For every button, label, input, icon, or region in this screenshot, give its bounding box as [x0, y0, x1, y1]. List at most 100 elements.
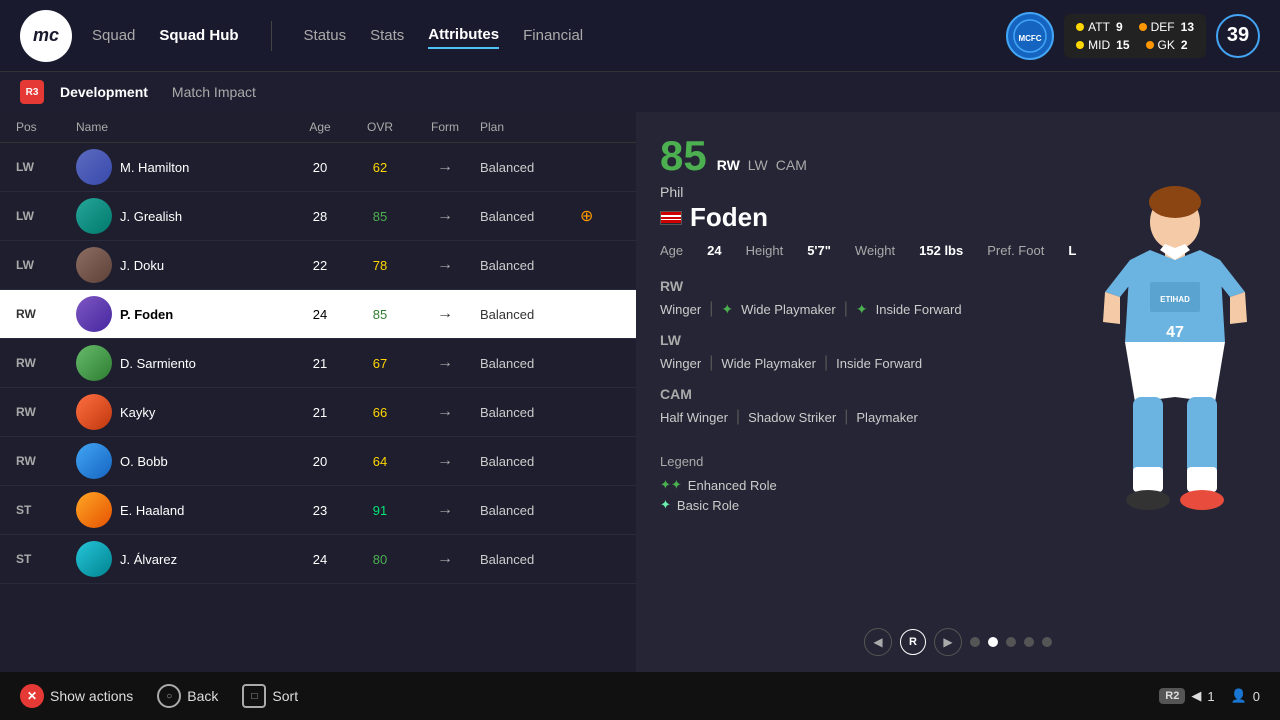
page-dot-1[interactable]: [970, 637, 980, 647]
table-row[interactable]: LW M. Hamilton 20 62 → Balanced: [0, 143, 636, 192]
col-plan: Plan: [480, 120, 580, 134]
page-dot-2[interactable]: [988, 637, 998, 647]
page-prev[interactable]: ◀: [864, 628, 892, 656]
show-actions-button[interactable]: ✕ Show actions: [20, 684, 133, 708]
player-age: 20: [290, 160, 350, 175]
avatar: [76, 443, 112, 479]
app-logo: mc: [20, 10, 72, 62]
player-plan: Balanced: [480, 356, 580, 371]
table-row[interactable]: ST E. Haaland 23 91 → Balanced: [0, 486, 636, 535]
def-value: 13: [1181, 20, 1194, 34]
foot-label: Pref. Foot: [987, 243, 1044, 258]
top-right-stats: MCFC ATT 9 DEF 13 MID 15: [1006, 12, 1260, 60]
col-ovr: OVR: [350, 120, 410, 134]
role-shadow-striker: Shadow Striker: [748, 410, 836, 425]
player-ovr: 64: [350, 454, 410, 469]
club-badge: MCFC: [1006, 12, 1054, 60]
table-row-selected[interactable]: RW P. Foden 24 85 → Balanced: [0, 290, 636, 339]
table-row[interactable]: RW D. Sarmiento 21 67 → Balanced: [0, 339, 636, 388]
avatar: [76, 541, 112, 577]
arrow-left-icon: ◀: [1191, 688, 1201, 704]
show-actions-label: Show actions: [50, 688, 133, 704]
col-age: Age: [290, 120, 350, 134]
player-flag: [660, 211, 682, 225]
bottom-right-actions: R2 ◀ 1 👤 0: [1159, 688, 1260, 704]
player-cell: P. Foden: [76, 296, 290, 332]
player-age: 23: [290, 503, 350, 518]
role-half-winger: Half Winger: [660, 410, 728, 425]
sort-button[interactable]: □ Sort: [242, 684, 298, 708]
gk-dot: [1146, 41, 1154, 49]
page-next[interactable]: ▶: [934, 628, 962, 656]
role-inside-forward-lw: Inside Forward: [836, 356, 922, 371]
player-form: →: [410, 256, 480, 274]
player-plan: Balanced: [480, 503, 580, 518]
r2-badge: R2: [1159, 688, 1185, 704]
basic-role-label: Basic Role: [677, 498, 739, 513]
player-detail-panel: 85 RW LW CAM Phil Foden Age 24 Height: [636, 112, 1280, 672]
table-row[interactable]: RW Kayky 21 66 → Balanced: [0, 388, 636, 437]
positions-row: RW LW CAM: [717, 157, 807, 173]
role-inside-forward-rw: Inside Forward: [876, 302, 962, 317]
player-cell: J. Álvarez: [76, 541, 290, 577]
page-dot-5[interactable]: [1042, 637, 1052, 647]
bottom-bar: ✕ Show actions ○ Back □ Sort R2 ◀ 1 👤 0: [0, 672, 1280, 720]
weight-label: Weight: [855, 243, 895, 258]
player-ovr: 62: [350, 160, 410, 175]
table-row[interactable]: RW O. Bobb 20 64 → Balanced: [0, 437, 636, 486]
att-dot: [1076, 23, 1084, 31]
player-plan: Balanced: [480, 454, 580, 469]
pos-rw: RW: [717, 157, 740, 173]
player-pos: LW: [16, 209, 76, 223]
main-content: Pos Name Age OVR Form Plan LW M. Hamilto…: [0, 112, 1280, 672]
player-name: E. Haaland: [120, 503, 184, 518]
back-button[interactable]: ○ Back: [157, 684, 218, 708]
player-age: 21: [290, 356, 350, 371]
avatar: [76, 198, 112, 234]
player-ovr: 66: [350, 405, 410, 420]
role-wide-playmaker-rw: Wide Playmaker: [741, 302, 836, 317]
player-age: 24: [290, 307, 350, 322]
main-nav: Squad Squad Hub Status Stats Attributes …: [92, 21, 583, 51]
player-age: 24: [290, 552, 350, 567]
person-icon: 👤: [1231, 688, 1247, 704]
nav-status[interactable]: Status: [304, 23, 347, 48]
player-pos: ST: [16, 503, 76, 517]
nav-divider: [271, 21, 272, 51]
player-pos: RW: [16, 454, 76, 468]
player-form: →: [410, 158, 480, 176]
if-enhanced-icon: ✦: [856, 301, 868, 318]
player-name: J. Grealish: [120, 209, 182, 224]
nav-financial[interactable]: Financial: [523, 23, 583, 48]
nav-attributes[interactable]: Attributes: [428, 22, 499, 49]
gk-value: 2: [1181, 38, 1188, 52]
table-row[interactable]: LW J. Grealish 28 85 → Balanced ⊕: [0, 192, 636, 241]
players-count: 1: [1207, 689, 1214, 704]
page-dot-4[interactable]: [1024, 637, 1034, 647]
player-plan: Balanced: [480, 209, 580, 224]
col-name: Name: [76, 120, 290, 134]
nav-squad-hub[interactable]: Squad Hub: [159, 23, 238, 48]
list-header: Pos Name Age OVR Form Plan: [0, 112, 636, 143]
avatar: [76, 345, 112, 381]
player-cell: O. Bobb: [76, 443, 290, 479]
player-name: O. Bobb: [120, 454, 168, 469]
player-pos: LW: [16, 258, 76, 272]
avatar: [76, 492, 112, 528]
circle-button-icon: ○: [157, 684, 181, 708]
att-value: 9: [1116, 20, 1123, 34]
tab-match-impact[interactable]: Match Impact: [164, 80, 264, 104]
nav-stats[interactable]: Stats: [370, 23, 404, 48]
table-row[interactable]: ST J. Álvarez 24 80 → Balanced: [0, 535, 636, 584]
enhanced-role-label: Enhanced Role: [688, 478, 777, 493]
player-name: J. Doku: [120, 258, 164, 273]
player-cell: D. Sarmiento: [76, 345, 290, 381]
page-dot-3[interactable]: [1006, 637, 1016, 647]
def-dot: [1139, 23, 1147, 31]
table-row[interactable]: LW J. Doku 22 78 → Balanced: [0, 241, 636, 290]
col-extra: [580, 120, 620, 134]
player-height: 5'7": [807, 243, 831, 258]
nav-squad[interactable]: Squad: [92, 23, 135, 48]
tab-development[interactable]: Development: [52, 80, 156, 104]
page-r-badge: R: [900, 629, 926, 655]
